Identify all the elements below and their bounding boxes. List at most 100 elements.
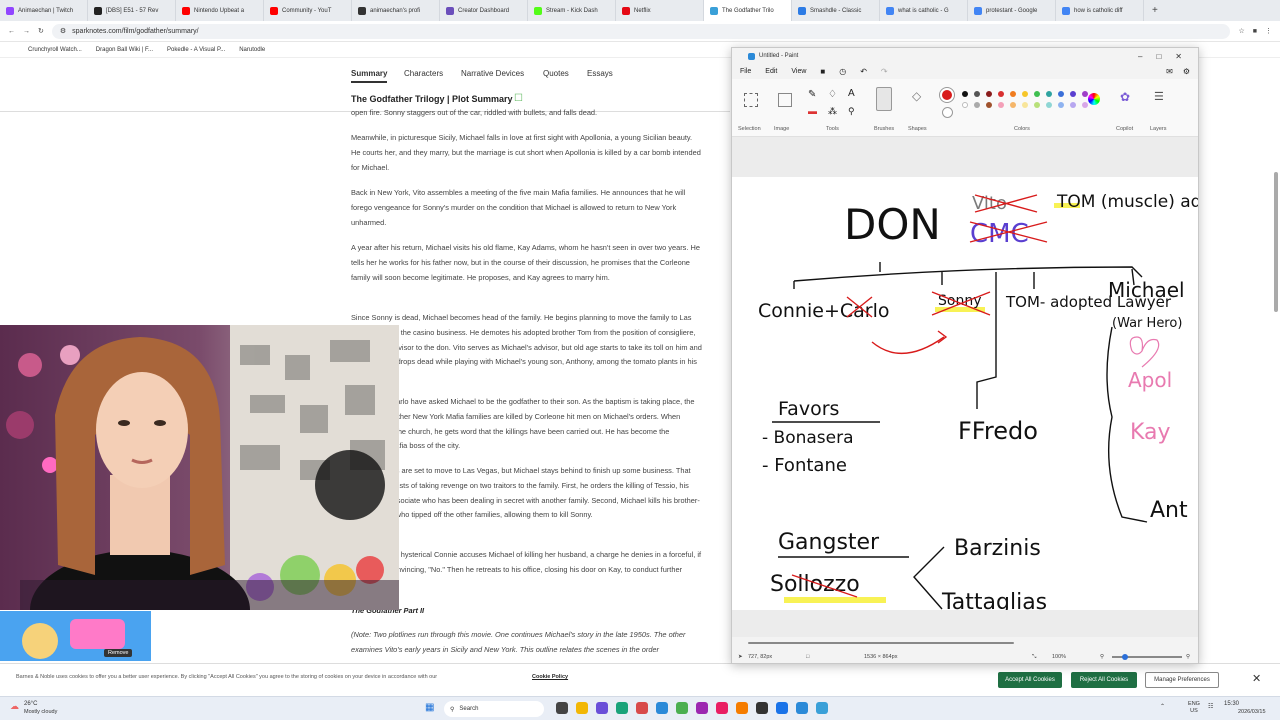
- taskbar-app-icon[interactable]: [716, 702, 728, 714]
- palette-color-swatch[interactable]: [986, 102, 992, 108]
- system-tray-icon[interactable]: ⌃: [1160, 703, 1165, 710]
- zoom-slider[interactable]: [1112, 654, 1182, 660]
- nav-characters[interactable]: Characters: [404, 69, 443, 78]
- bookmark-icon[interactable]: ☐: [514, 93, 523, 104]
- taskbar-app-icon[interactable]: [636, 702, 648, 714]
- selection-icon[interactable]: [744, 93, 758, 107]
- taskbar-app-icon[interactable]: [736, 702, 748, 714]
- copilot-icon[interactable]: ✿: [1120, 90, 1130, 104]
- bookmark-item[interactable]: Dragon Ball Wiki | F...: [96, 47, 153, 53]
- accept-cookies-button[interactable]: Accept All Cookies: [998, 672, 1062, 688]
- magnifier-icon[interactable]: ⚲: [848, 106, 855, 117]
- palette-color-swatch[interactable]: [1082, 102, 1088, 108]
- palette-color-swatch[interactable]: [974, 102, 980, 108]
- page-scrollbar[interactable]: [1272, 60, 1280, 660]
- close-cookie-icon[interactable]: ✕: [1252, 672, 1261, 685]
- taskbar-app-icon[interactable]: [576, 702, 588, 714]
- zoom-in-icon[interactable]: ⚲: [1186, 654, 1190, 660]
- zoom-level[interactable]: 100%: [1052, 654, 1066, 660]
- palette-color-swatch[interactable]: [998, 91, 1004, 97]
- layers-icon[interactable]: ☰: [1154, 90, 1164, 103]
- browser-tab[interactable]: protestant - Google: [968, 0, 1056, 21]
- nav-narrative-devices[interactable]: Narrative Devices: [461, 69, 524, 78]
- browser-tab[interactable]: [DBS] E51 - 57 Rev: [88, 0, 176, 21]
- palette-color-swatch[interactable]: [1046, 91, 1052, 97]
- palette-color-swatch[interactable]: [962, 91, 968, 97]
- share-icon[interactable]: ✉: [1166, 67, 1173, 76]
- star-icon[interactable]: ☆: [1238, 27, 1244, 35]
- reject-cookies-button[interactable]: Reject All Cookies: [1071, 672, 1137, 688]
- taskbar-app-icon[interactable]: [596, 702, 608, 714]
- maximize-icon[interactable]: □: [1156, 52, 1161, 61]
- primary-color-swatch[interactable]: [940, 88, 954, 102]
- browser-tab[interactable]: how is catholic diff: [1056, 0, 1144, 21]
- browser-tab[interactable]: Smashdle - Classic: [792, 0, 880, 21]
- minimize-icon[interactable]: –: [1138, 52, 1142, 61]
- bookmark-item[interactable]: Pokedle - A Visual P...: [167, 47, 225, 53]
- reload-icon[interactable]: ↻: [38, 27, 44, 35]
- palette-color-swatch[interactable]: [1022, 102, 1028, 108]
- palette-color-swatch[interactable]: [1022, 91, 1028, 97]
- shapes-icon[interactable]: ◇: [912, 89, 921, 103]
- drawing-canvas[interactable]: DON Vito CMC TOM (muscle) advisor Connie…: [732, 177, 1242, 615]
- image-icon[interactable]: [778, 93, 792, 107]
- fill-icon[interactable]: ♢: [828, 89, 837, 100]
- taskbar-app-icon[interactable]: [556, 702, 568, 714]
- taskbar-app-icon[interactable]: [616, 702, 628, 714]
- browser-tab[interactable]: Netflix: [616, 0, 704, 21]
- palette-color-swatch[interactable]: [1034, 102, 1040, 108]
- taskbar-app-icon[interactable]: [696, 702, 708, 714]
- palette-color-swatch[interactable]: [1058, 102, 1064, 108]
- extensions-icon[interactable]: ■: [1253, 28, 1257, 35]
- palette-color-swatch[interactable]: [1010, 91, 1016, 97]
- back-icon[interactable]: ←: [8, 28, 15, 35]
- menu-edit[interactable]: Edit: [765, 68, 777, 75]
- start-icon[interactable]: ▦: [425, 702, 434, 713]
- palette-color-swatch[interactable]: [1070, 102, 1076, 108]
- palette-color-swatch[interactable]: [998, 102, 1004, 108]
- taskbar-app-icon[interactable]: [676, 702, 688, 714]
- fit-icon[interactable]: ⤡: [1032, 654, 1036, 661]
- close-icon[interactable]: ✕: [1175, 52, 1182, 61]
- browser-tab[interactable]: Animaechan | Twitch: [0, 0, 88, 21]
- brushes-icon[interactable]: [876, 87, 892, 111]
- cookie-policy-link[interactable]: Cookie Policy: [532, 674, 568, 680]
- manage-preferences-button[interactable]: Manage Preferences: [1145, 672, 1219, 688]
- remove-button[interactable]: Remove: [104, 649, 133, 657]
- weather-icon[interactable]: ☁: [10, 701, 19, 712]
- menu-file[interactable]: File: [740, 68, 751, 75]
- secondary-color-swatch[interactable]: [942, 107, 953, 118]
- language-indicator[interactable]: ENG US: [1186, 701, 1202, 715]
- taskbar-app-icon[interactable]: [816, 702, 828, 714]
- browser-tab[interactable]: Stream - Kick Dash: [528, 0, 616, 21]
- eraser-icon[interactable]: ▬: [808, 106, 817, 116]
- palette-color-swatch[interactable]: [1082, 91, 1088, 97]
- taskbar-search[interactable]: ⚲ Search: [444, 701, 544, 717]
- palette-color-swatch[interactable]: [986, 91, 992, 97]
- browser-tab[interactable]: Nintendo Upbeat a: [176, 0, 264, 21]
- new-tab-icon[interactable]: +: [1144, 5, 1166, 16]
- save-icon[interactable]: ■: [820, 67, 825, 76]
- network-icon[interactable]: ☷: [1208, 703, 1213, 710]
- undo-icon[interactable]: ↶: [860, 67, 867, 76]
- browser-tab[interactable]: Community - YouT: [264, 0, 352, 21]
- palette-color-swatch[interactable]: [974, 91, 980, 97]
- browser-tab[interactable]: Creator Dashboard: [440, 0, 528, 21]
- palette-color-swatch[interactable]: [1034, 91, 1040, 97]
- palette-color-swatch[interactable]: [1046, 102, 1052, 108]
- edit-colors-icon[interactable]: [1088, 93, 1100, 105]
- taskbar-app-icon[interactable]: [776, 702, 788, 714]
- palette-color-swatch[interactable]: [1058, 91, 1064, 97]
- bookmark-item[interactable]: Narutodle: [239, 47, 265, 53]
- browser-tab[interactable]: The Godfather Trilo: [704, 0, 792, 21]
- bookmark-item[interactable]: Crunchyroll Watch...: [28, 47, 82, 53]
- nav-essays[interactable]: Essays: [587, 69, 613, 78]
- settings-icon[interactable]: ⚙: [1183, 67, 1190, 76]
- horizontal-scrollbar[interactable]: [736, 640, 1194, 646]
- nav-quotes[interactable]: Quotes: [543, 69, 569, 78]
- menu-view[interactable]: View: [791, 68, 806, 75]
- pencil-icon[interactable]: ✎: [808, 89, 816, 100]
- redo-icon[interactable]: ↷: [881, 67, 888, 76]
- browser-tab[interactable]: animaechan's profi: [352, 0, 440, 21]
- browser-tab[interactable]: what is catholic - G: [880, 0, 968, 21]
